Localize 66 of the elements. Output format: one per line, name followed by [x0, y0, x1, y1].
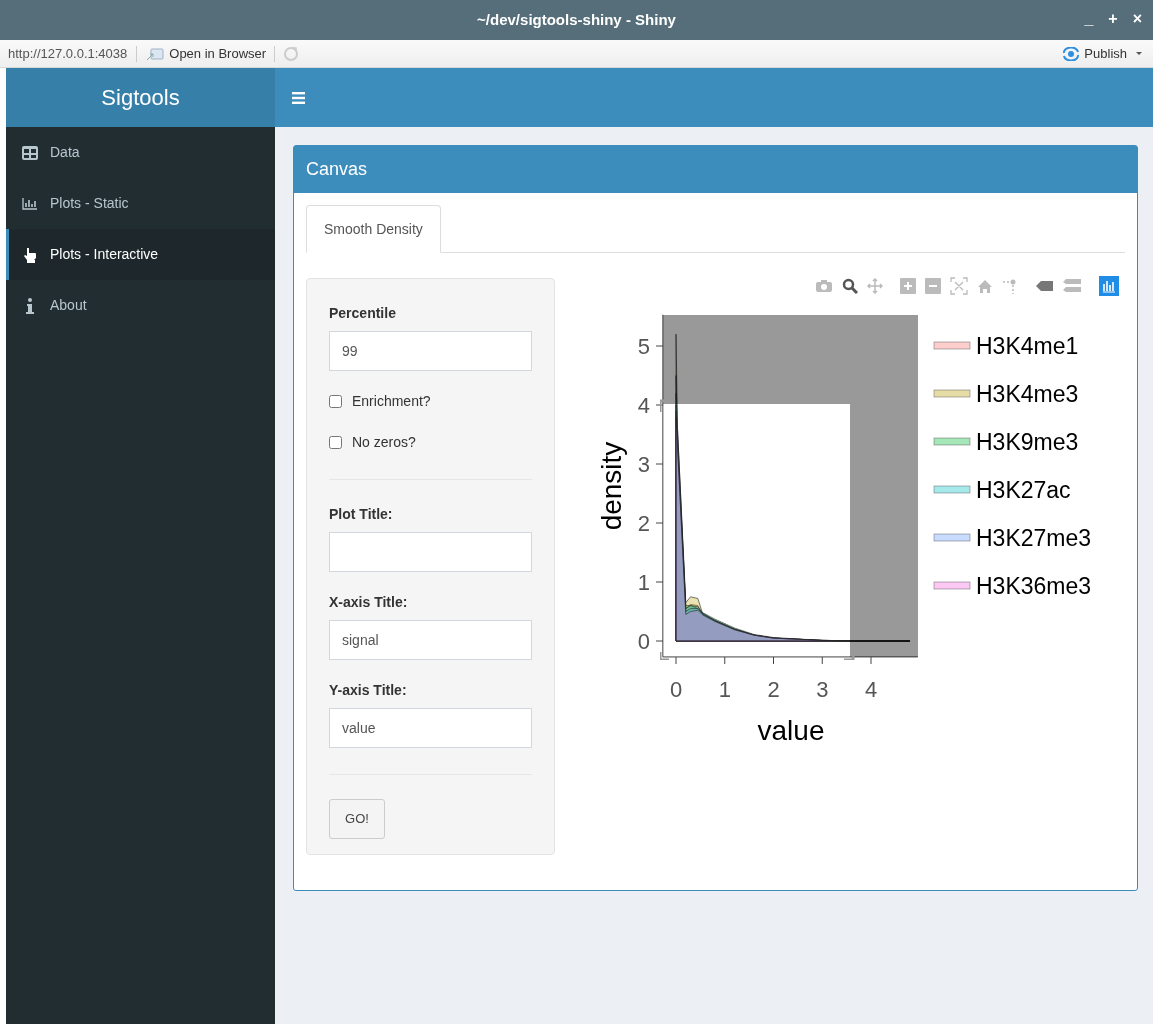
sidebar-item[interactable]: Data	[6, 127, 275, 178]
legend-label: H3K27ac	[976, 477, 1071, 503]
spike-lines-icon[interactable]	[1002, 278, 1018, 294]
input-field[interactable]: 99	[329, 331, 532, 371]
sidebar-item[interactable]: Plots - Static	[6, 178, 275, 229]
field-label: X-axis Title:	[329, 593, 409, 612]
field-label: Percentile	[329, 304, 397, 323]
tab[interactable]: Smooth Density	[306, 205, 441, 253]
checkbox-label: No zeros?	[352, 433, 416, 452]
minimize-button[interactable]: _	[1083, 8, 1095, 30]
zoom-selection-overlay[interactable]	[660, 312, 921, 660]
y-tick-label: 4	[637, 393, 650, 418]
move-icon[interactable]	[867, 278, 883, 294]
refresh-icon[interactable]	[283, 45, 300, 62]
sidebar-item[interactable]: About	[6, 280, 275, 331]
checkbox-label: Enrichment?	[352, 392, 431, 411]
zoom-out-icon[interactable]	[925, 278, 941, 294]
legend-label: H3K4me3	[976, 381, 1079, 407]
input-field[interactable]: signal	[329, 620, 532, 660]
legend-label: H3K4me1	[976, 333, 1079, 359]
x-tick-label: 1	[718, 677, 731, 702]
open-in-browser-button[interactable]: Open in Browser	[146, 43, 267, 64]
y-tick-label: 2	[637, 511, 650, 536]
autoscale-icon[interactable]	[950, 277, 968, 295]
maximize-button[interactable]: +	[1107, 8, 1119, 30]
go-button[interactable]: GO!	[329, 799, 385, 839]
x-tick-label: 0	[669, 677, 683, 702]
publish-icon	[1062, 46, 1081, 61]
brand-logo: Sigtools	[6, 68, 275, 127]
y-tick-label: 0	[637, 629, 650, 654]
field-label: Plot Title:	[329, 505, 394, 524]
input-field[interactable]: value	[329, 708, 532, 748]
legend-label: H3K36me3	[976, 573, 1092, 599]
y-tick-label: 1	[637, 570, 650, 595]
bar-chart-icon	[22, 197, 38, 210]
box-title: Canvas	[294, 146, 1137, 193]
x-tick-label: 2	[767, 677, 780, 702]
window-title: ~/dev/sigtools-shiny - Shiny	[477, 9, 676, 30]
publish-button[interactable]: Publish	[1062, 43, 1143, 64]
input-field[interactable]	[329, 532, 532, 572]
y-tick-label: 5	[637, 334, 650, 359]
sidebar-item[interactable]: Plots - Interactive	[6, 229, 275, 280]
zoom-in-icon[interactable]	[900, 278, 916, 294]
caret-icon	[1135, 50, 1143, 57]
compare-icon[interactable]	[1062, 279, 1082, 293]
checkbox[interactable]	[329, 395, 342, 408]
y-tick-label: 3	[637, 452, 650, 477]
close-button[interactable]: ×	[1131, 8, 1143, 30]
table-icon	[22, 145, 38, 160]
legend-label: H3K27me3	[976, 525, 1092, 551]
home-icon[interactable]	[977, 279, 993, 293]
camera-icon[interactable]	[815, 279, 833, 293]
checkbox[interactable]	[329, 436, 342, 449]
x-tick-label: 4	[864, 677, 878, 702]
menu-icon[interactable]	[292, 91, 305, 104]
browser-window-icon	[146, 46, 165, 61]
field-label: Y-axis Title:	[329, 681, 408, 700]
pointing-hand-icon	[22, 246, 38, 263]
chart-logo-icon[interactable]	[1099, 276, 1119, 296]
url-text: http://127.0.0.1:4038	[8, 44, 128, 63]
y-axis-title: density	[596, 441, 627, 531]
x-axis-title: value	[757, 715, 825, 746]
x-tick-label: 3	[816, 677, 829, 702]
zoom-icon[interactable]	[842, 278, 858, 294]
legend-label: H3K9me3	[976, 429, 1079, 455]
tag-icon[interactable]	[1035, 281, 1053, 291]
